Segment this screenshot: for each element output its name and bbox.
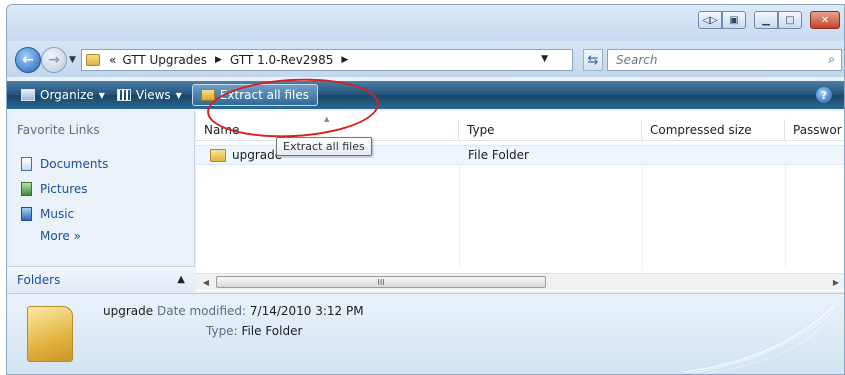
music-icon [21, 207, 32, 221]
chevron-down-icon[interactable]: ▼ [176, 91, 182, 100]
pictures-icon [21, 182, 32, 196]
search-icon[interactable]: ⌕ [828, 52, 835, 67]
maximize-button[interactable]: □ [778, 11, 802, 29]
scroll-left-icon[interactable]: ◀ [198, 275, 214, 289]
zip-folder-icon [200, 89, 215, 101]
more-link[interactable]: More » [40, 229, 81, 243]
address-row: ← → ▼ « GTT Upgrades ▶ GTT 1.0-Rev2985 ▶… [7, 41, 844, 77]
tooltip: Extract all files [276, 137, 372, 156]
nav-link-label: Music [40, 207, 75, 221]
nav-link-music[interactable]: Music [21, 207, 74, 221]
extract-label: Extract all files [219, 88, 309, 102]
column-header-password[interactable]: Passwor [785, 119, 844, 141]
details-type-line: Type: File Folder [206, 324, 302, 338]
documents-icon [21, 157, 32, 171]
breadcrumb-item[interactable]: GTT 1.0-Rev2985 [230, 53, 333, 67]
folders-toggle[interactable]: Folders ▲ [7, 266, 195, 292]
forward-button[interactable]: → [41, 47, 67, 73]
breadcrumb-overflow[interactable]: « [109, 53, 116, 67]
column-header-compressed-size[interactable]: Compressed size [642, 119, 785, 141]
scroll-thumb[interactable]: III [216, 276, 546, 288]
address-dropdown-icon[interactable]: ▼ [541, 54, 548, 64]
address-bar[interactable]: « GTT Upgrades ▶ GTT 1.0-Rev2985 ▶ ▼ [81, 49, 573, 71]
nav-link-label: Pictures [40, 182, 88, 196]
horizontal-scrollbar[interactable]: ◀ III ▶ [196, 273, 844, 290]
search-placeholder: Search [616, 53, 658, 67]
views-icon [116, 89, 131, 101]
double-chevron-right-icon: » [73, 229, 81, 243]
details-modified-value: 7/14/2010 3:12 PM [249, 304, 364, 318]
command-bar: Organize ▼ Views ▼ Extract all files ? [7, 81, 844, 109]
chevron-right-icon[interactable]: ▶ [341, 55, 348, 65]
explorer-window: ◁▷ ▣ ▁ □ ✕ ← → ▼ « GTT Upgrades ▶ GTT 1.… [6, 4, 845, 375]
details-name: upgrade [103, 304, 154, 318]
row-type: File Folder [468, 148, 529, 162]
help-icon[interactable]: ? [816, 87, 832, 103]
organize-icon [21, 89, 35, 101]
file-list: Name Type Compressed size Passwor ▲ upgr… [196, 111, 844, 291]
refresh-icon[interactable]: ⇆ [583, 49, 603, 71]
folders-label: Folders [17, 272, 61, 287]
extract-all-files-button[interactable]: Extract all files [191, 84, 318, 106]
details-line: upgrade Date modified: 7/14/2010 3:12 PM [103, 304, 364, 318]
scroll-grip: III [377, 277, 385, 287]
organize-label: Organize [40, 88, 94, 102]
organize-button[interactable]: Organize ▼ [15, 84, 111, 106]
folder-icon [86, 54, 100, 66]
nav-link-pictures[interactable]: Pictures [21, 182, 88, 196]
details-type-label: Type: [206, 324, 238, 338]
column-header-type[interactable]: Type [459, 119, 642, 141]
details-type-value: File Folder [241, 324, 303, 338]
more-label: More [40, 229, 70, 243]
row-name-cell: upgrade [210, 148, 282, 162]
navigation-pane: Favorite Links Documents Pictures Music … [7, 111, 195, 292]
switch-windows-icon[interactable]: ▣ [722, 11, 746, 29]
views-button[interactable]: Views ▼ [111, 84, 188, 106]
folder-icon [210, 148, 226, 162]
decorative-streak [684, 305, 834, 374]
recent-pages-dropdown-icon[interactable]: ▼ [69, 55, 76, 65]
chevron-up-icon: ▲ [177, 274, 185, 285]
breadcrumb-item[interactable]: GTT Upgrades [122, 53, 207, 67]
nav-link-documents[interactable]: Documents [21, 157, 108, 171]
nav-link-label: Documents [40, 157, 109, 171]
details-modified-label: Date modified: [156, 304, 247, 318]
search-input[interactable]: Search ⌕ [607, 49, 842, 71]
large-folder-icon [27, 306, 73, 362]
sort-ascending-icon: ▲ [324, 115, 330, 123]
favorite-links-heading: Favorite Links [17, 123, 100, 137]
chevron-right-icon[interactable]: ▶ [215, 55, 222, 65]
back-button[interactable]: ← [15, 47, 41, 73]
views-label: Views [135, 88, 171, 102]
details-pane: upgrade Date modified: 7/14/2010 3:12 PM… [7, 293, 844, 374]
scroll-right-icon[interactable]: ▶ [828, 275, 844, 289]
chevron-down-icon: ▼ [98, 90, 105, 100]
minimize-button[interactable]: ▁ [754, 11, 778, 29]
row-name: upgrade [232, 148, 283, 162]
flip-icon[interactable]: ◁▷ [698, 11, 722, 29]
close-button[interactable]: ✕ [810, 11, 840, 29]
title-bar: ◁▷ ▣ ▁ □ ✕ [7, 5, 844, 41]
